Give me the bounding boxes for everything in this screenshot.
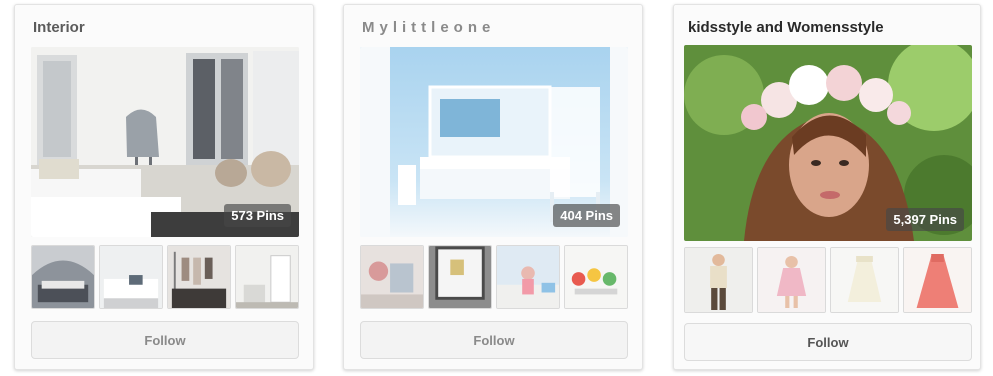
child-outfit-image [685,248,752,312]
pin-count-badge: 404 Pins [553,204,620,227]
girl-dress-image [758,248,825,312]
framed-art-image [429,246,491,308]
board-card-mylittleone[interactable]: Mylittleone 404 Pins Follow [343,4,643,370]
board-thumbnail[interactable] [167,245,231,309]
white-room-image [236,246,298,308]
cream-dress-image [831,248,898,312]
follow-button[interactable]: Follow [684,323,972,361]
board-thumbnail[interactable] [757,247,826,313]
colorful-toys-image [565,246,627,308]
pin-count-badge: 573 Pins [224,204,291,227]
bedroom-image [100,246,162,308]
board-thumbnail[interactable] [99,245,163,309]
board-title[interactable]: kidsstyle and Womensstyle [688,19,884,36]
board-title[interactable]: Mylittleone [362,19,495,36]
coral-dress-image [904,248,971,312]
board-thumbnails [31,245,299,309]
board-title[interactable]: Interior [33,19,85,36]
board-thumbnail[interactable] [903,247,972,313]
board-thumbnails [684,247,972,313]
board-thumbnail[interactable] [496,245,560,309]
board-thumbnail[interactable] [235,245,299,309]
board-thumbnail[interactable] [684,247,753,313]
board-card-kidsstyle[interactable]: kidsstyle and Womensstyle 5,397 Pins Fol… [673,4,981,370]
board-thumbnail[interactable] [830,247,899,313]
board-thumbnail[interactable] [564,245,628,309]
board-thumbnail[interactable] [428,245,492,309]
board-card-interior[interactable]: Interior 573 Pins Follow [14,4,314,370]
board-cover-image[interactable]: 573 Pins [31,47,299,237]
follow-button[interactable]: Follow [360,321,628,359]
kids-room-image [361,246,423,308]
clothes-rack-image [168,246,230,308]
board-thumbnails [360,245,628,309]
pin-count-badge: 5,397 Pins [886,208,964,231]
board-thumbnail[interactable] [360,245,424,309]
toddler-playing-image [497,246,559,308]
board-thumbnail[interactable] [31,245,95,309]
follow-button[interactable]: Follow [31,321,299,359]
arched-room-image [32,246,94,308]
board-cover-image[interactable]: 5,397 Pins [684,45,972,241]
board-cover-image[interactable]: 404 Pins [360,47,628,237]
